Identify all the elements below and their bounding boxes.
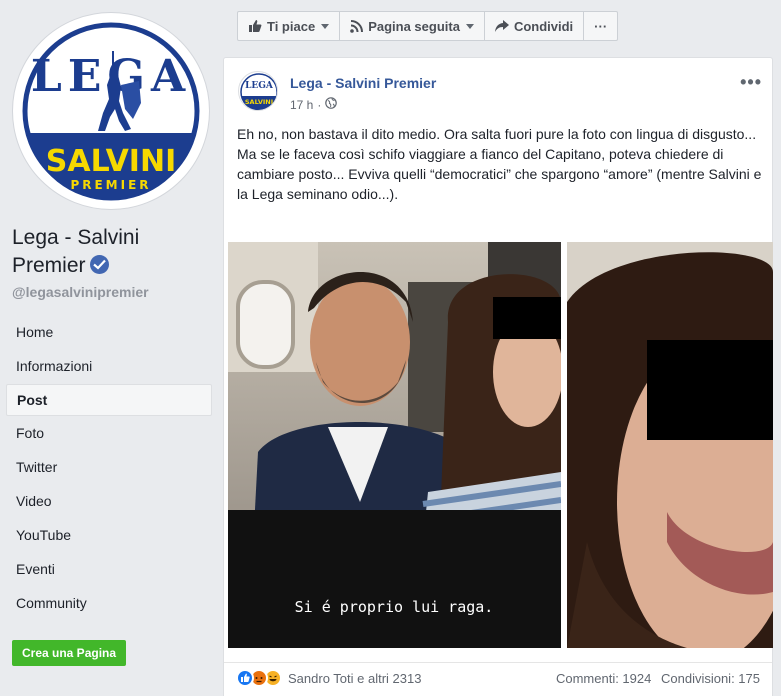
left-sidebar: LEGA SALVINI PREMIER Lega - Salvini Prem… (0, 0, 222, 696)
sidebar-item-foto[interactable]: Foto (6, 417, 212, 450)
follow-label: Pagina seguita (368, 18, 460, 34)
thumbs-up-icon (248, 19, 262, 33)
globe-icon (325, 97, 338, 112)
post-photo-1[interactable]: Si é proprio lui raga. (228, 242, 561, 648)
post-timestamp[interactable]: 17 h (290, 98, 313, 112)
logo-bottom-text: PREMIER (70, 178, 151, 192)
follow-page-button[interactable]: Pagina seguita (340, 12, 485, 40)
logo-middle-text: SALVINI (46, 144, 176, 179)
post-photos: Si é proprio lui raga. (226, 242, 773, 648)
create-page-button[interactable]: Crea una Pagina (12, 640, 127, 666)
post-meta: 17 h · (290, 97, 338, 112)
chevron-down-icon (465, 23, 474, 29)
page-title-text[interactable]: Lega - Salvini Premier (12, 226, 139, 277)
like-reaction-icon (236, 669, 254, 687)
sidebar-item-home[interactable]: Home (6, 316, 212, 349)
rss-icon (350, 19, 364, 33)
closeup-photo-image (567, 242, 773, 648)
post-text-line: Eh no, non bastava il dito medio. Ora sa… (237, 126, 757, 142)
lega-logo-icon: LEGA SALVINI (240, 73, 277, 110)
sidebar-item-informazioni[interactable]: Informazioni (6, 350, 212, 383)
sidebar-item-youtube[interactable]: YouTube (6, 519, 212, 552)
page-handle[interactable]: @legasalvinipremier (12, 284, 149, 300)
page-nav: Home Informazioni Post Foto Twitter Vide… (6, 316, 212, 621)
page-action-bar: Ti piace Pagina seguita Condividi ··· (237, 11, 619, 41)
airplane-selfie-image: Si é proprio lui raga. (228, 242, 561, 648)
post-footer: Sandro Toti e altri 2313 Commenti: 1924 … (224, 662, 772, 696)
post-card: LEGA SALVINI Lega - Salvini Premier 17 h… (223, 57, 773, 696)
sidebar-item-post[interactable]: Post (6, 384, 212, 416)
verified-badge-icon (89, 255, 109, 274)
post-options-button[interactable]: ••• (740, 72, 762, 93)
svg-text:LEGA: LEGA (245, 81, 274, 91)
page-title[interactable]: Lega - Salvini Premier (12, 224, 212, 280)
photo-caption: Si é proprio lui raga. (295, 598, 494, 616)
like-label: Ti piace (267, 18, 316, 34)
post-author-name[interactable]: Lega - Salvini Premier (290, 75, 436, 91)
more-options-button[interactable]: ··· (584, 12, 617, 40)
page-profile-picture[interactable]: LEGA SALVINI PREMIER (12, 12, 210, 210)
reactions-text[interactable]: Sandro Toti e altri 2313 (288, 671, 421, 686)
post-text-line: Ma se le faceva così schifo viaggiare a … (237, 146, 762, 202)
comments-count[interactable]: Commenti: 1924 (556, 671, 651, 686)
share-label: Condividi (513, 18, 574, 34)
sidebar-item-community[interactable]: Community (6, 587, 212, 620)
lega-logo-icon: LEGA SALVINI PREMIER (19, 19, 203, 203)
chevron-down-icon (321, 23, 330, 29)
post-photo-2[interactable] (567, 242, 773, 648)
like-page-button[interactable]: Ti piace (238, 12, 341, 40)
sidebar-item-twitter[interactable]: Twitter (6, 451, 212, 484)
share-arrow-icon (494, 20, 509, 32)
svg-text:SALVINI: SALVINI (245, 98, 273, 106)
post-message: Eh no, non bastava il dito medio. Ora sa… (237, 124, 762, 204)
post-stats: Commenti: 1924 Condivisioni: 175 (550, 671, 760, 686)
reactions-summary[interactable]: Sandro Toti e altri 2313 (236, 669, 421, 687)
shares-count[interactable]: Condivisioni: 175 (661, 671, 760, 686)
sidebar-item-eventi[interactable]: Eventi (6, 553, 212, 586)
post-author-avatar[interactable]: LEGA SALVINI (238, 71, 278, 111)
sidebar-item-video[interactable]: Video (6, 485, 212, 518)
share-page-button[interactable]: Condividi (485, 12, 585, 40)
